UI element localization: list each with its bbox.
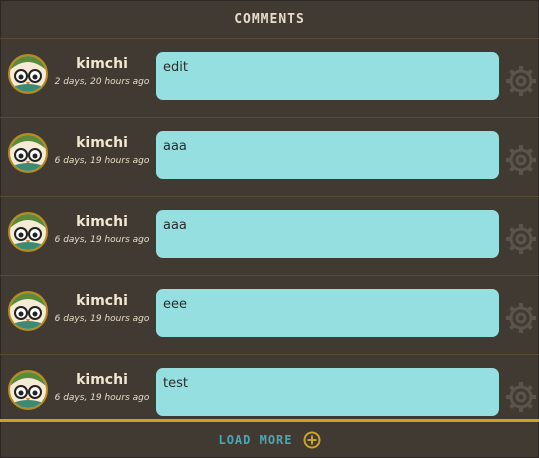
username[interactable]: kimchi xyxy=(50,371,154,389)
owl-avatar-icon[interactable] xyxy=(8,370,48,410)
owl-avatar-icon[interactable] xyxy=(8,291,48,331)
comment-meta: kimchi 6 days, 19 hours ago xyxy=(50,371,154,405)
gear-icon[interactable] xyxy=(503,300,539,336)
owl-avatar-icon[interactable] xyxy=(8,133,48,173)
comment-text: aaa xyxy=(156,210,499,258)
owl-avatar-icon[interactable] xyxy=(8,212,48,252)
comments-header: COMMENTS xyxy=(0,0,539,39)
comment-row: kimchi 6 days, 19 hours ago aaa xyxy=(0,118,539,197)
comment-text: edit xyxy=(156,52,499,100)
comments-title: COMMENTS xyxy=(234,11,305,27)
timestamp: 6 days, 19 hours ago xyxy=(54,314,150,324)
comments-footer: LOAD MORE xyxy=(0,419,539,458)
comment-meta: kimchi 6 days, 19 hours ago xyxy=(50,292,154,326)
comment-list[interactable]: kimchi 2 days, 20 hours ago edit kimchi … xyxy=(0,39,539,419)
comment-meta: kimchi 6 days, 19 hours ago xyxy=(50,213,154,247)
username[interactable]: kimchi xyxy=(50,292,154,310)
comment-row: kimchi 6 days, 19 hours ago aaa xyxy=(0,197,539,276)
comment-text: test xyxy=(156,368,499,416)
username[interactable]: kimchi xyxy=(50,134,154,152)
plus-circle-icon xyxy=(303,431,321,449)
timestamp: 6 days, 19 hours ago xyxy=(54,235,150,245)
load-more-button[interactable]: LOAD MORE xyxy=(218,431,321,449)
gear-icon[interactable] xyxy=(503,221,539,257)
comment-meta: kimchi 6 days, 19 hours ago xyxy=(50,134,154,168)
comment-row: kimchi 2 days, 20 hours ago edit xyxy=(0,39,539,118)
gear-icon[interactable] xyxy=(503,142,539,178)
username[interactable]: kimchi xyxy=(50,213,154,231)
timestamp: 2 days, 20 hours ago xyxy=(54,77,150,87)
gear-icon[interactable] xyxy=(503,379,539,415)
comment-text: aaa xyxy=(156,131,499,179)
owl-avatar-icon[interactable] xyxy=(8,54,48,94)
load-more-label: LOAD MORE xyxy=(218,433,293,447)
timestamp: 6 days, 19 hours ago xyxy=(54,156,150,166)
gear-icon[interactable] xyxy=(503,63,539,99)
username[interactable]: kimchi xyxy=(50,55,154,73)
comment-row: kimchi 6 days, 19 hours ago eee xyxy=(0,276,539,355)
comment-meta: kimchi 2 days, 20 hours ago xyxy=(50,55,154,89)
comment-text: eee xyxy=(156,289,499,337)
timestamp: 6 days, 19 hours ago xyxy=(54,393,150,403)
